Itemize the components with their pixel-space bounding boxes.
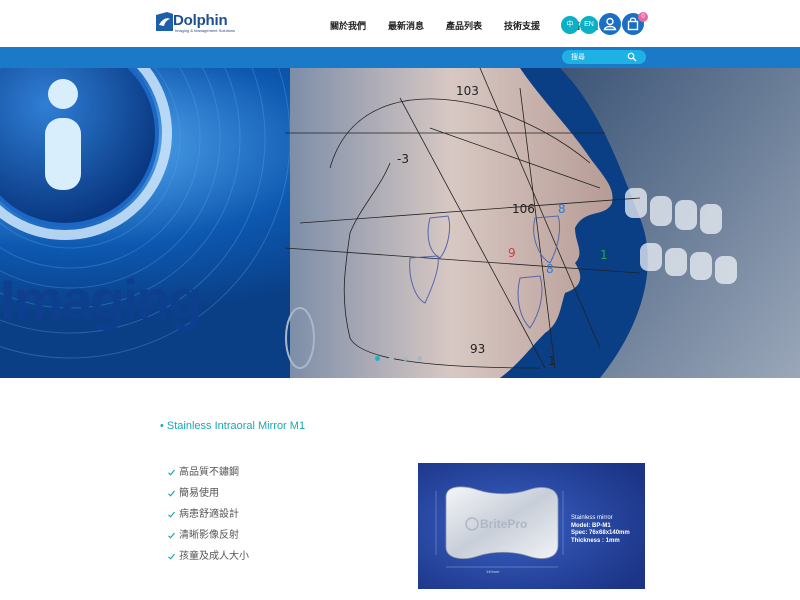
check-icon xyxy=(168,469,175,476)
check-icon xyxy=(168,490,175,497)
nav-about[interactable]: 關於我們 xyxy=(330,19,366,32)
ceph-label: 1 xyxy=(600,248,608,262)
feature-item: 清晰影像反射 xyxy=(168,530,249,551)
product-image: BritePro 140mm Stainless mirror Model: B… xyxy=(418,463,645,589)
ceph-label: -3 xyxy=(397,152,409,166)
feature-text: 孩童及成人大小 xyxy=(179,551,249,562)
ceph-label: 93 xyxy=(470,342,486,356)
dolphin-logo-icon xyxy=(156,12,173,31)
carousel-dot[interactable] xyxy=(375,356,380,361)
hero-banner: Imaging 103 -3 106 8 9 8 1 93 1 xyxy=(0,68,800,378)
page: Dolphin Imaging & Management Solutions 關… xyxy=(0,0,800,600)
ceph-label: 1 xyxy=(548,354,556,368)
feature-list: 高品質不鏽鋼 簡易使用 病患舒適設計 清晰影像反射 孩童及成人大小 xyxy=(168,467,249,572)
user-icon xyxy=(603,17,617,31)
feature-item: 病患舒適設計 xyxy=(168,509,249,530)
lang-en-button[interactable]: EN xyxy=(580,16,598,34)
feature-text: 簡易使用 xyxy=(179,488,219,499)
search-strip xyxy=(0,47,800,68)
ceph-label: 8 xyxy=(546,262,554,276)
search-placeholder: 搜尋 xyxy=(571,53,585,61)
card-spec-line: Spec: 76x68x140mm xyxy=(571,530,630,536)
search-icon[interactable] xyxy=(627,52,637,62)
lang-zh-button[interactable]: 中 xyxy=(561,16,579,34)
ceph-label: 103 xyxy=(456,84,479,98)
check-icon xyxy=(168,532,175,539)
site-header: Dolphin Imaging & Management Solutions 關… xyxy=(0,0,800,47)
hero-imaging-word: Imaging xyxy=(0,268,203,331)
card-brand: BritePro xyxy=(480,517,528,531)
logo-tagline: Imaging & Management Solutions xyxy=(175,28,236,33)
carousel-dot[interactable] xyxy=(403,356,408,361)
hero-illustration xyxy=(0,68,800,378)
nav-products[interactable]: 產品列表 xyxy=(446,19,482,32)
ceph-label: 9 xyxy=(508,246,516,260)
logo-name: Dolphin xyxy=(173,12,228,29)
feature-text: 病患舒適設計 xyxy=(179,509,239,520)
account-button[interactable] xyxy=(599,13,621,35)
card-spec-line: Stainless mirror xyxy=(571,515,613,521)
check-icon xyxy=(168,553,175,560)
ceph-label: 106 xyxy=(512,202,535,216)
card-width-label: 140mm xyxy=(486,569,500,574)
card-specs: Stainless mirror Model: BP-M1 Spec: 76x6… xyxy=(571,515,630,545)
card-spec-line: Model: BP-M1 xyxy=(571,522,611,529)
ceph-label: 8 xyxy=(558,202,566,216)
dolphin-logo[interactable]: Dolphin Imaging & Management Solutions xyxy=(155,11,235,35)
carousel-dots xyxy=(375,356,422,361)
feature-item: 孩童及成人大小 xyxy=(168,551,249,572)
carousel-dot[interactable] xyxy=(389,356,394,361)
feature-text: 清晰影像反射 xyxy=(179,530,239,541)
cart-count-badge: 0 xyxy=(638,12,648,22)
feature-item: 高品質不鏽鋼 xyxy=(168,467,249,488)
check-icon xyxy=(168,511,175,518)
feature-text: 高品質不鏽鋼 xyxy=(179,467,239,478)
nav-news[interactable]: 最新消息 xyxy=(388,19,424,32)
nav-support[interactable]: 技術支援 xyxy=(504,19,540,32)
carousel-dot[interactable] xyxy=(417,356,422,361)
feature-item: 簡易使用 xyxy=(168,488,249,509)
card-spec-line: Thickness : 1mm xyxy=(571,537,620,544)
product-title: • Stainless Intraoral Mirror M1 xyxy=(160,420,306,432)
search-input[interactable]: 搜尋 xyxy=(562,50,646,64)
